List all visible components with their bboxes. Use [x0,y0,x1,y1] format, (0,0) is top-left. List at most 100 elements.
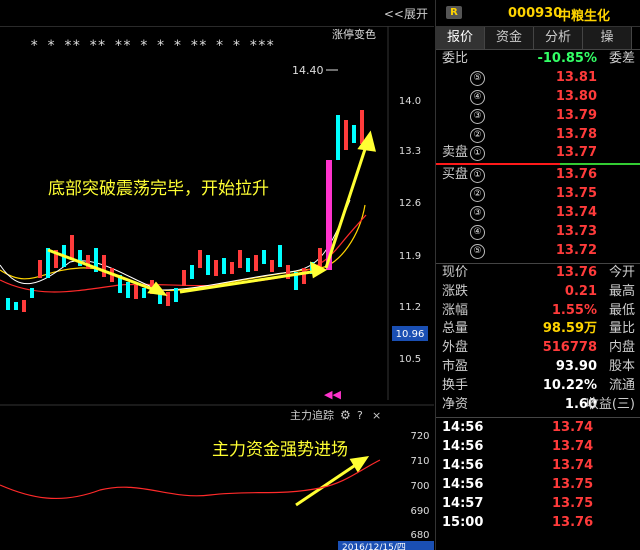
stat-label: 现价 [442,264,469,280]
sub-tick: 710 [410,456,429,467]
stat-label-right: 流通 [608,378,635,394]
stat-label: 总量 [442,321,469,337]
level-icon: ③ [470,206,485,222]
stat-label-right: 最高 [608,283,635,299]
tick-price: 13.74 [552,419,594,435]
sub-tick: 690 [410,506,429,517]
close-icon[interactable]: × [372,409,381,422]
level-icon: ① [470,146,485,162]
stat-row: 现价 13.76 今开 [436,264,640,283]
buy-price: 13.74 [555,205,597,221]
stats-table: 现价 13.76 今开涨跌 0.21 最高涨幅 1.55% 最低总量 98.59万 量比外盘 51… [436,264,640,415]
tick-time: 14:56 [442,476,484,492]
buy-row-3: ③ 13.74 [436,204,640,223]
level-icon: ① [470,168,485,184]
date-label: 2016/12/15/四 [342,543,406,550]
stat-label-right: 量比 [608,321,635,337]
quote-tabs: 报价 资金 分析 操 [436,27,640,50]
buy-price: 13.75 [555,186,597,202]
stock-code: 000930 [508,6,563,21]
tick-price: 13.75 [552,495,594,511]
stat-value: 98.59万 [542,321,597,337]
price-tick: 10.5 [399,354,421,365]
tick-row: 14:57 13.75 [436,494,640,513]
stat-label-right: 今开 [608,264,635,280]
annotation-capital: 主力资金强势进场 [212,440,348,460]
stat-label-right: 最低 [608,302,635,318]
stat-label: 外盘 [442,340,469,356]
level-icon: ③ [470,108,485,124]
level-icon: ⑤ [470,70,485,86]
buy-row-2: ② 13.75 [436,185,640,204]
stock-header: R 000930 中粮生化 [436,0,640,27]
stat-value: 516778 [542,340,597,356]
tick-price: 13.74 [552,457,594,473]
signal-marker: ◀◀ [324,388,341,401]
tick-price: 13.74 [552,438,594,454]
sell-book: ⑤ 13.81 ④ 13.80 ③ 13.79 ② 13.78 卖盘 ① 13.77 [436,69,640,163]
limit-up-label: 涨停变色 [332,27,376,41]
level-icon: ② [470,187,485,203]
current-price-tick: 10.96 [396,329,425,340]
tick-row: 14:56 13.74 [436,437,640,456]
price-tick: 11.9 [399,251,421,262]
sub-tick: 680 [410,530,429,541]
stat-label: 涨幅 [442,302,469,318]
stat-row: 涨幅 1.55% 最低 [436,302,640,321]
tab-operate[interactable]: 操 [583,27,632,49]
price-tick: 14.0 [399,96,421,107]
high-price-label: 14.40 [292,64,324,77]
stat-label-right: 内盘 [608,340,635,356]
tick-row: 15:00 13.76 [436,513,640,532]
sell-row-4: ④ 13.80 [436,88,640,107]
stat-value: 1.55% [551,302,597,318]
tab-capital[interactable]: 资金 [485,27,534,49]
weicha-label: 委差 [608,51,635,66]
tick-time: 14:57 [442,495,484,511]
tick-time: 14:56 [442,457,484,473]
stat-label-right: 收益(三) [585,397,635,413]
tick-time: 15:00 [442,514,484,530]
gear-icon[interactable]: ⚙ [340,408,351,422]
quote-panel: R 000930 中粮生化 报价 资金 分析 操 委比 -10.85% 委差 ⑤… [435,0,640,550]
buy-label: 买盘 [442,167,469,183]
sub-tick: 700 [410,481,429,492]
kline-chart-area[interactable]: <<展开 * * ** ** ** * * * ** * * *** 涨停变色 … [0,0,434,550]
level-icon: ⑤ [470,243,485,259]
sell-label: 卖盘 [442,145,469,161]
stat-label: 市盈 [442,359,469,375]
buy-row-1: 买盘 ① 13.76 [436,166,640,185]
tick-price: 13.76 [552,514,594,530]
tick-time: 14:56 [442,419,484,435]
sell-price: 13.77 [555,145,597,161]
stat-row: 涨跌 0.21 最高 [436,283,640,302]
tick-price: 13.75 [552,476,594,492]
stat-value: 0.21 [564,283,597,299]
buy-price: 13.73 [555,224,597,240]
tab-analysis[interactable]: 分析 [534,27,583,49]
level-icon: ④ [470,225,485,241]
sell-row-1: 卖盘 ① 13.77 [436,144,640,163]
sell-price: 13.78 [555,126,597,142]
stat-row: 总量 98.59万 量比 [436,320,640,339]
tab-quote[interactable]: 报价 [436,27,485,49]
stat-row: 换手 10.22% 流通 [436,377,640,396]
level-icon: ④ [470,89,485,105]
chart-svg: * * ** ** ** * * * ** * * *** 涨停变色 14.0 … [0,26,434,550]
stat-label: 涨跌 [442,283,469,299]
price-tick: 11.2 [399,302,421,313]
stat-value: 10.22% [542,378,597,394]
stat-value: 13.76 [555,264,597,280]
stat-label-right: 股本 [608,359,635,375]
stat-label: 换手 [442,378,469,394]
weibi-label: 委比 [442,51,469,66]
stat-row: 外盘 516778 内盘 [436,339,640,358]
sub-tick: 720 [410,431,429,442]
help-icon[interactable]: ? [357,409,363,422]
weibi-row: 委比 -10.85% 委差 [436,50,640,69]
candles [6,110,364,312]
tick-row: 14:56 13.75 [436,475,640,494]
tick-time: 14:56 [442,438,484,454]
price-tick: 13.3 [399,146,421,157]
annotation-breakout: 底部突破震荡完毕，开始拉升 [48,179,269,199]
